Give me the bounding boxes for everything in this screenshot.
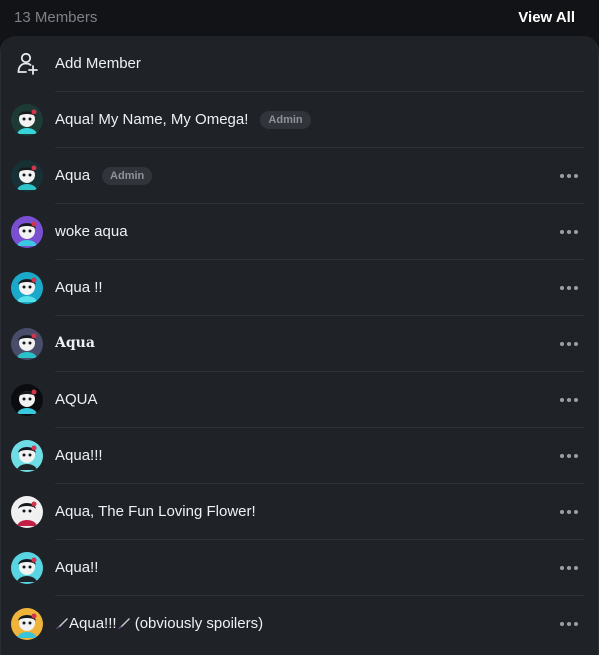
add-member-label: Add Member bbox=[55, 55, 141, 72]
avatar[interactable] bbox=[11, 440, 43, 472]
member-row[interactable]: 𝐀𝐪𝐮𝐚 bbox=[1, 316, 598, 372]
more-options-icon[interactable] bbox=[560, 560, 578, 576]
member-name: Aqua!!! bbox=[55, 447, 103, 464]
members-panel: Add Member Aqua! My Name, My Omega! Admin… bbox=[0, 36, 599, 655]
admin-badge: Admin bbox=[102, 167, 153, 185]
add-member-button[interactable]: Add Member bbox=[1, 36, 598, 92]
more-options-icon[interactable] bbox=[560, 392, 578, 408]
member-name: Aqua!! bbox=[55, 559, 99, 576]
member-name: 𝐀𝐪𝐮𝐚 bbox=[55, 335, 95, 351]
member-row[interactable]: Aqua Admin bbox=[1, 148, 598, 204]
member-name: Aqua Admin bbox=[55, 167, 153, 185]
avatar[interactable] bbox=[11, 272, 43, 304]
avatar[interactable] bbox=[11, 216, 43, 248]
member-name: AQUA bbox=[55, 391, 98, 408]
more-options-icon[interactable] bbox=[560, 504, 578, 520]
knife-icon bbox=[117, 618, 130, 629]
member-name: Aqua, The Fun Loving Flower! bbox=[55, 503, 256, 520]
member-row[interactable]: Aqua, The Fun Loving Flower! bbox=[1, 484, 598, 540]
member-row[interactable]: AQUA bbox=[1, 372, 598, 428]
member-row[interactable]: Aqua! My Name, My Omega! Admin bbox=[1, 92, 598, 148]
member-row[interactable]: Aqua!!! (obviously spoilers) bbox=[1, 596, 598, 652]
member-name: Aqua !! bbox=[55, 279, 103, 296]
more-options-icon[interactable] bbox=[560, 168, 578, 184]
avatar[interactable] bbox=[11, 384, 43, 416]
more-options-icon[interactable] bbox=[560, 280, 578, 296]
view-all-link[interactable]: View All bbox=[518, 9, 575, 26]
members-header: 13 Members View All bbox=[0, 0, 599, 34]
knife-icon bbox=[56, 618, 68, 629]
member-name: Aqua! My Name, My Omega! Admin bbox=[55, 111, 311, 129]
avatar[interactable] bbox=[11, 608, 43, 640]
more-options-icon[interactable] bbox=[560, 224, 578, 240]
member-name: Aqua!!! (obviously spoilers) bbox=[55, 615, 263, 632]
add-user-icon bbox=[15, 51, 41, 77]
admin-badge: Admin bbox=[260, 111, 311, 129]
avatar[interactable] bbox=[11, 496, 43, 528]
avatar[interactable] bbox=[11, 328, 43, 360]
more-options-icon[interactable] bbox=[560, 448, 578, 464]
member-row[interactable]: Aqua!!! bbox=[1, 428, 598, 484]
avatar[interactable] bbox=[11, 104, 43, 136]
more-options-icon[interactable] bbox=[560, 616, 578, 632]
member-count: 13 Members bbox=[14, 8, 98, 26]
avatar[interactable] bbox=[11, 552, 43, 584]
avatar[interactable] bbox=[11, 160, 43, 192]
member-row[interactable]: Aqua!! bbox=[1, 540, 598, 596]
more-options-icon[interactable] bbox=[560, 336, 578, 352]
member-row[interactable]: Aqua !! bbox=[1, 260, 598, 316]
member-row[interactable]: woke aqua bbox=[1, 204, 598, 260]
member-name: woke aqua bbox=[55, 223, 128, 240]
